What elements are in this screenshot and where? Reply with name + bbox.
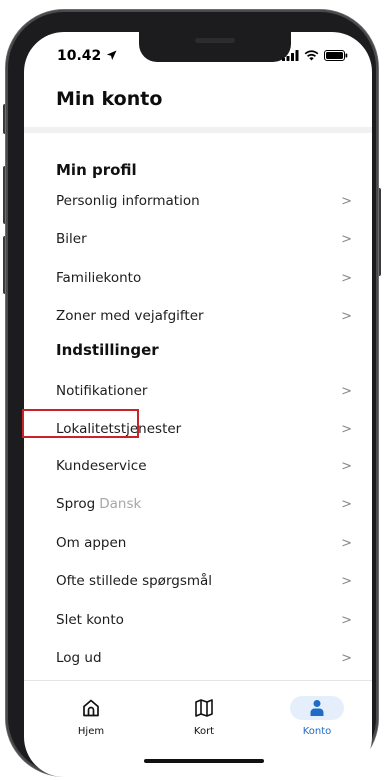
menu-item-label: Log ud	[56, 650, 102, 666]
menu-item-language[interactable]: Sprog Dansk >	[56, 492, 356, 516]
status-bar: 10.42	[24, 32, 372, 72]
chevron-right-icon: >	[341, 458, 352, 474]
menu-item-notifications[interactable]: Notifikationer >	[56, 379, 356, 403]
chevron-right-icon: >	[341, 421, 352, 437]
menu-item-label: Familiekonto	[56, 270, 142, 286]
chevron-right-icon: >	[341, 573, 352, 589]
tab-home[interactable]: Hjem	[56, 696, 126, 737]
chevron-right-icon: >	[341, 270, 352, 286]
phone-frame: 10.42 Min konto Min profil Personlig inf…	[6, 10, 378, 777]
language-value: Dansk	[99, 496, 142, 512]
menu-item-label: Slet konto	[56, 612, 124, 628]
tab-map[interactable]: Kort	[169, 696, 239, 737]
chevron-right-icon: >	[341, 496, 352, 512]
tab-label: Hjem	[77, 726, 105, 737]
menu-item-label: Personlig information	[56, 193, 200, 209]
tab-label: Kort	[193, 726, 215, 737]
chevron-right-icon: >	[341, 612, 352, 628]
menu-item-family-account[interactable]: Familiekonto >	[56, 266, 356, 290]
menu-item-cars[interactable]: Biler >	[56, 227, 356, 251]
section-heading-settings: Indstillinger	[56, 341, 159, 359]
section-heading-profile: Min profil	[56, 161, 137, 179]
status-time: 10.42	[57, 48, 102, 64]
menu-item-label: Kundeservice	[56, 458, 147, 474]
home-icon	[83, 699, 99, 717]
map-icon	[195, 699, 213, 717]
menu-item-delete-account[interactable]: Slet konto >	[56, 608, 356, 632]
tab-account[interactable]: Konto	[282, 696, 352, 737]
chevron-right-icon: >	[341, 231, 352, 247]
menu-item-label: Notifikationer	[56, 383, 148, 399]
menu-item-label: Biler	[56, 231, 87, 247]
menu-item-faq[interactable]: Ofte stillede spørgsmål >	[56, 569, 356, 593]
menu-item-label: Sprog	[56, 496, 96, 512]
location-arrow-icon	[106, 50, 117, 60]
menu-item-location-services[interactable]: Lokalitetstjenester >	[56, 417, 356, 441]
menu-item-log-out[interactable]: Log ud >	[56, 646, 356, 670]
menu-item-label: Om appen	[56, 535, 127, 551]
menu-item-customer-service[interactable]: Kundeservice >	[56, 454, 356, 478]
chevron-right-icon: >	[341, 308, 352, 324]
tab-label: Konto	[302, 726, 332, 737]
menu-item-label: Ofte stillede spørgsmål	[56, 573, 213, 589]
battery-icon	[324, 50, 348, 61]
menu-item-personal-information[interactable]: Personlig information >	[56, 189, 356, 213]
menu-item-toll-zones[interactable]: Zoner med vejafgifter >	[56, 304, 356, 328]
menu-item-label: Lokalitetstjenester	[56, 421, 182, 437]
chevron-right-icon: >	[341, 383, 352, 399]
wifi-icon	[304, 50, 319, 61]
chevron-right-icon: >	[341, 193, 352, 209]
menu-item-label: Zoner med vejafgifter	[56, 308, 204, 324]
chevron-right-icon: >	[341, 650, 352, 666]
screen: 10.42 Min konto Min profil Personlig inf…	[24, 32, 372, 777]
signal-icon	[282, 50, 299, 61]
page-title: Min konto	[56, 88, 163, 110]
chevron-right-icon: >	[341, 535, 352, 551]
header-divider	[24, 127, 372, 133]
home-indicator	[144, 759, 264, 763]
person-icon	[310, 700, 324, 716]
menu-item-about-app[interactable]: Om appen >	[56, 531, 356, 555]
tabbar-divider	[24, 680, 372, 681]
